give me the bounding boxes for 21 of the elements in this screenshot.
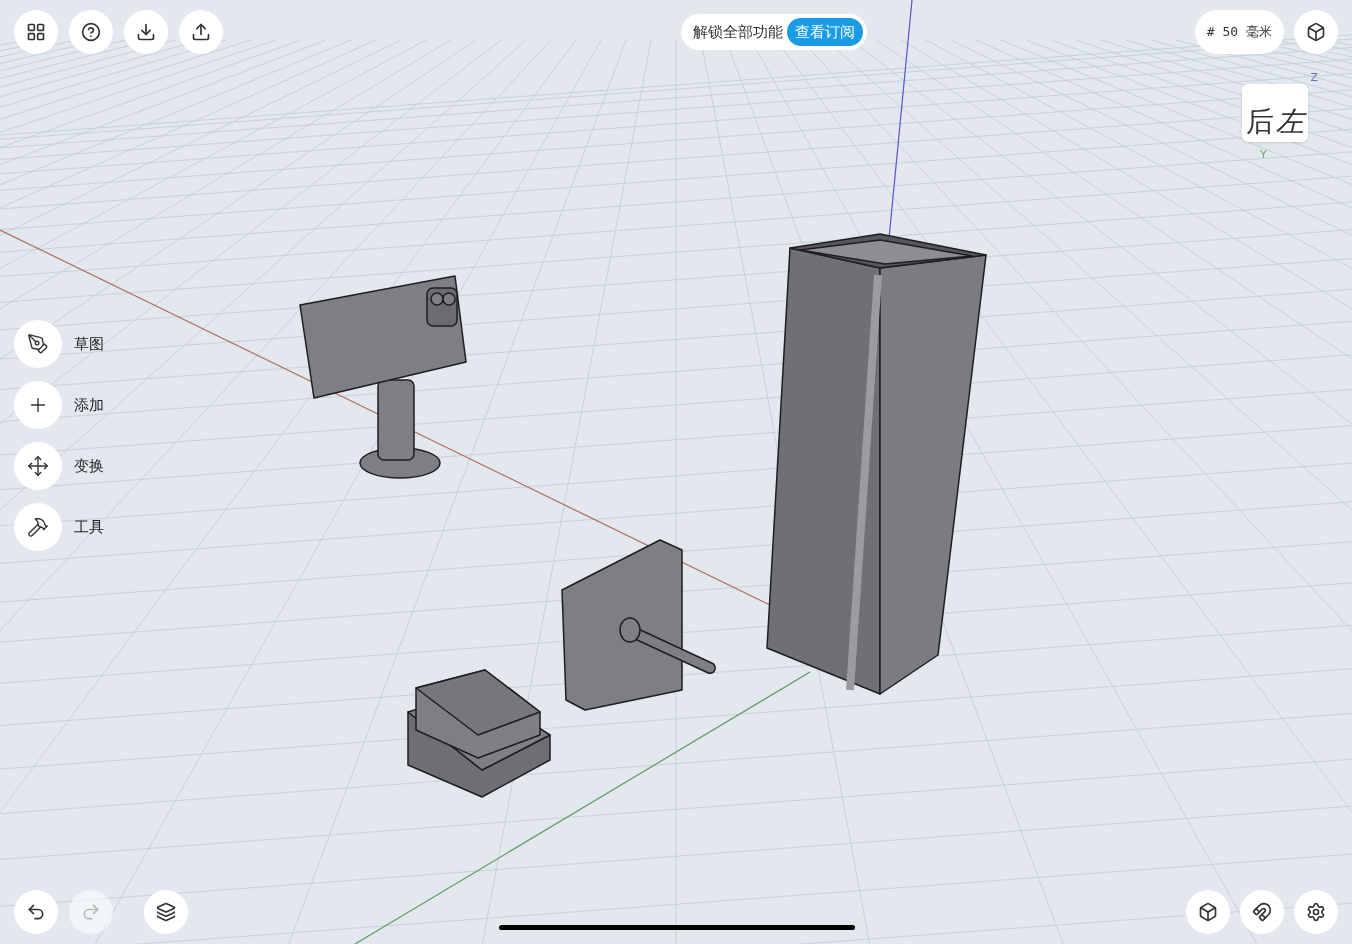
magnet-icon: [1252, 902, 1272, 922]
undo-icon: [26, 902, 46, 922]
redo-icon: [81, 902, 101, 922]
tool-button[interactable]: 工具: [14, 503, 104, 551]
layers-icon: [156, 902, 176, 922]
promo-text: 解锁全部功能: [692, 21, 783, 43]
viewport-drawing[interactable]: [0, 0, 1352, 944]
axis-label: Z: [1310, 72, 1318, 83]
tool-button[interactable]: 添加: [14, 381, 104, 429]
cube-face-label: 后: [1246, 108, 1274, 136]
material-icon: [1198, 902, 1218, 922]
grid-size-button[interactable]: # 50 毫米: [1194, 10, 1284, 54]
download-icon: [136, 22, 156, 42]
help-icon: [81, 22, 101, 42]
upload-icon: [191, 22, 211, 42]
tool-button[interactable]: 变换: [14, 442, 104, 490]
grid-icon: [26, 22, 46, 42]
tool-button[interactable]: 草图: [14, 320, 104, 368]
settings-icon: [1306, 902, 1326, 922]
axis-label: Y: [1260, 149, 1267, 160]
view-icon: [1306, 22, 1326, 42]
